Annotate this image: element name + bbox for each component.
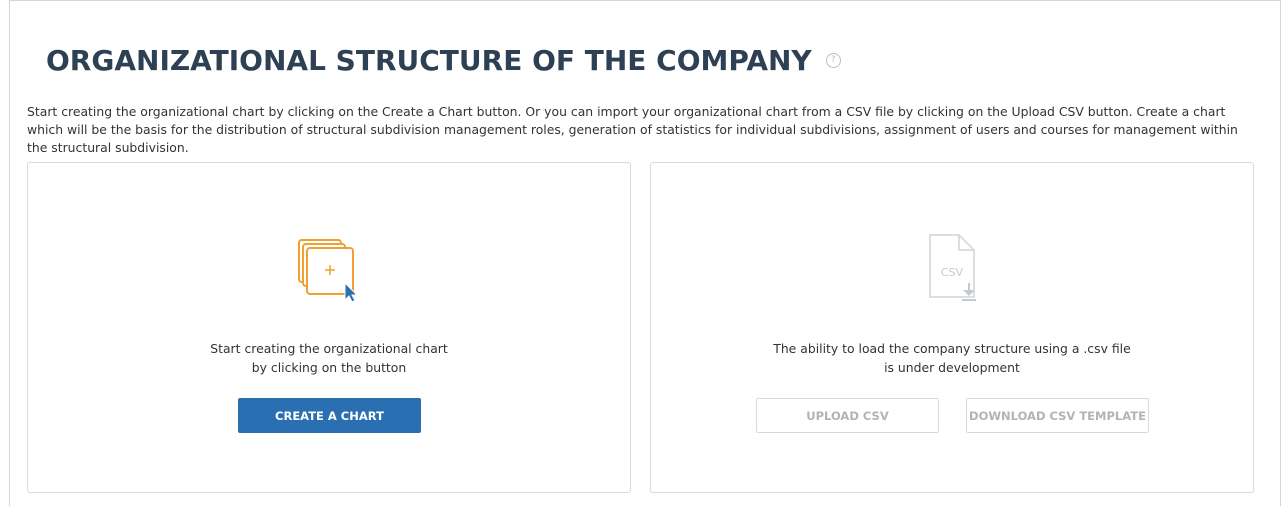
question-circle-icon[interactable]: ? (825, 53, 841, 68)
csv-text-line1: The ability to load the company structur… (773, 341, 1131, 356)
create-chart-icon (297, 238, 361, 307)
create-chart-button[interactable]: CREATE A CHART (238, 398, 421, 433)
page-description: Start creating the organizational chart … (27, 104, 1238, 155)
create-chart-text-line1: Start creating the organizational chart (210, 341, 448, 356)
csv-file-download-icon: CSV (922, 233, 982, 312)
download-csv-template-button[interactable]: DOWNLOAD CSV TEMPLATE (966, 398, 1149, 433)
upload-csv-button[interactable]: UPLOAD CSV (756, 398, 939, 433)
title-row: ORGANIZATIONAL STRUCTURE OF THE COMPANY … (46, 44, 841, 77)
create-chart-text: Start creating the organizational chart … (28, 339, 630, 377)
page-title: ORGANIZATIONAL STRUCTURE OF THE COMPANY (46, 44, 812, 77)
create-chart-card: Start creating the organizational chart … (27, 162, 631, 493)
create-chart-text-line2: by clicking on the button (251, 360, 407, 375)
csv-icon-label: CSV (941, 266, 964, 279)
csv-text-line2: is under development (884, 360, 1020, 375)
csv-text: The ability to load the company structur… (651, 339, 1253, 377)
csv-card: CSV The ability to load the company stru… (650, 162, 1254, 493)
